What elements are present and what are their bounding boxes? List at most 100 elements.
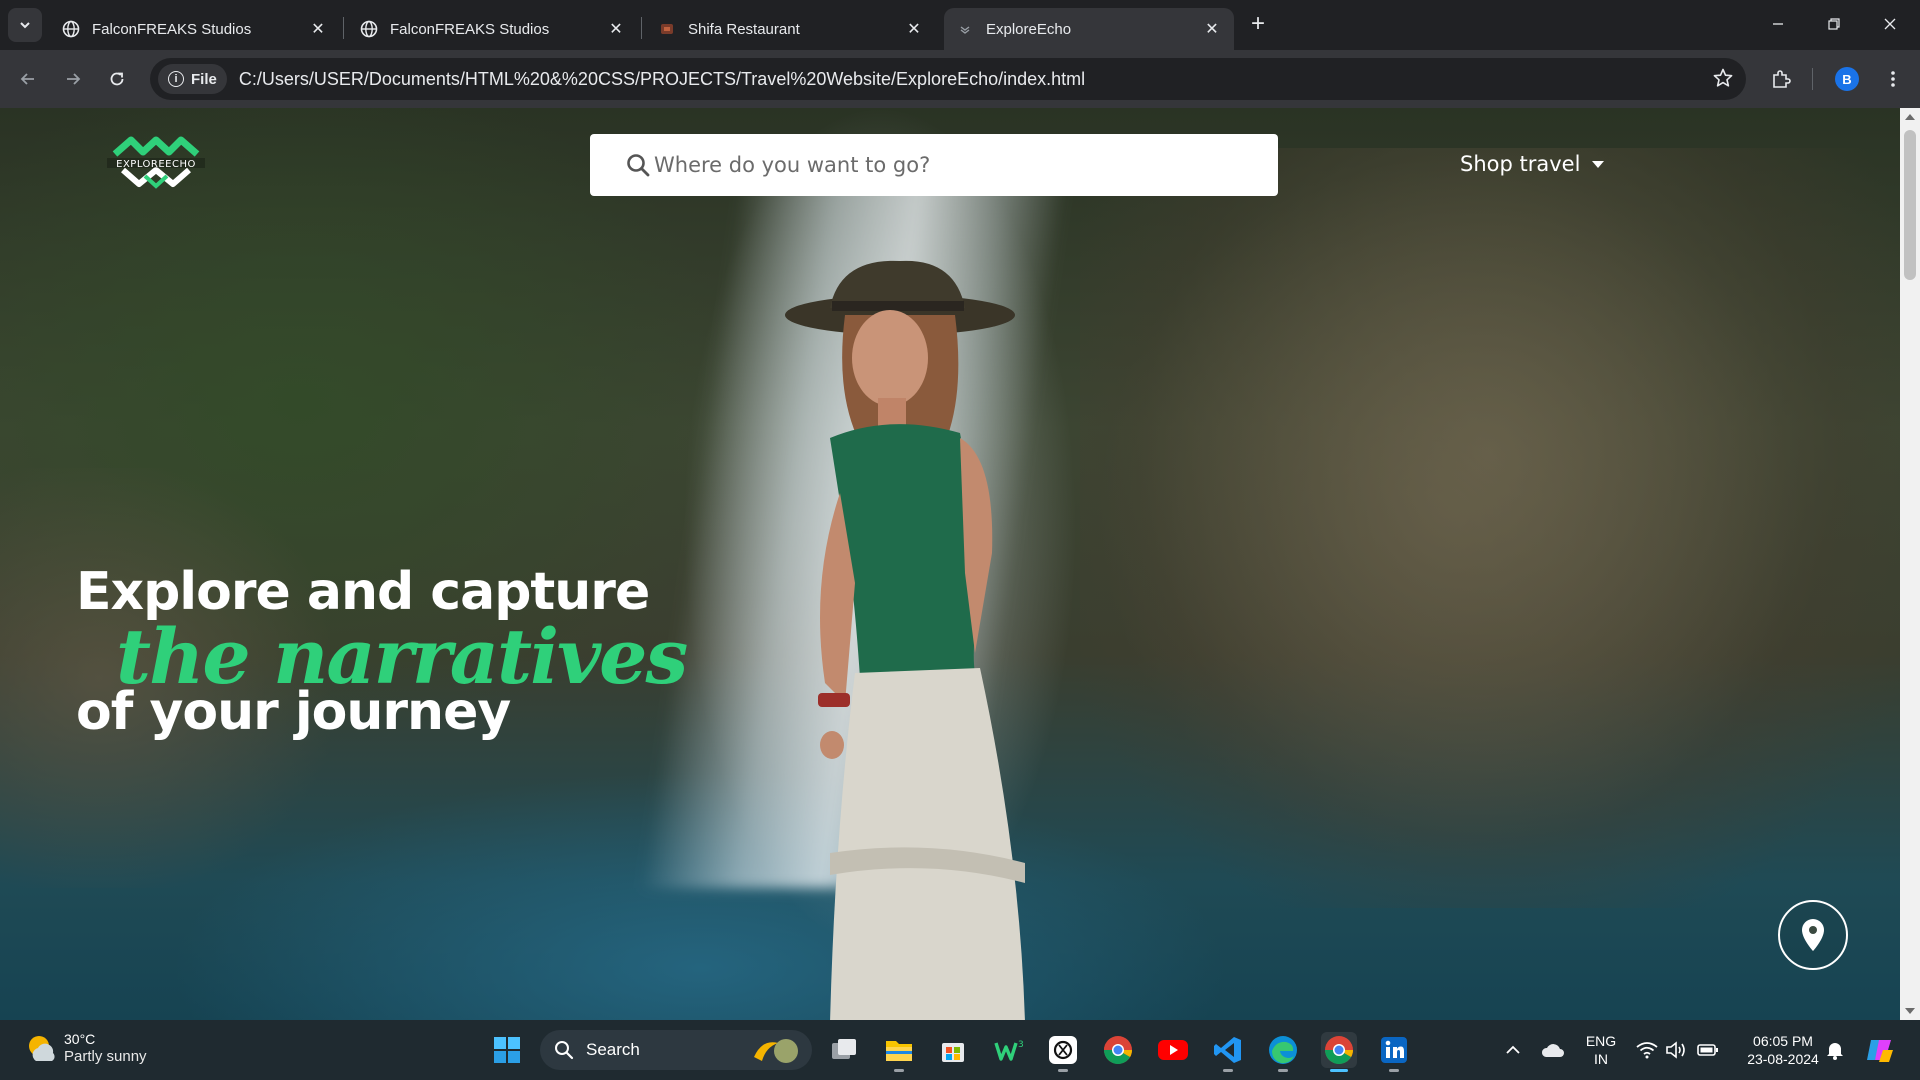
speaker-icon: [1666, 1041, 1685, 1059]
bookmark-star-icon[interactable]: [1712, 67, 1734, 94]
tab-strip: FalconFREAKS Studios ✕ FalconFREAKS Stud…: [0, 0, 1920, 50]
tab-shifa-restaurant[interactable]: Shifa Restaurant ✕: [646, 8, 936, 50]
volume-button[interactable]: [1658, 1032, 1694, 1068]
scrollbar-thumb[interactable]: [1904, 130, 1916, 280]
tab-separator: [343, 17, 344, 39]
running-indicator: [1330, 1069, 1348, 1072]
running-indicator: [1278, 1069, 1288, 1072]
microsoft-store-button[interactable]: [935, 1032, 971, 1068]
search-icon: [555, 1041, 574, 1060]
location-button[interactable]: [1778, 900, 1848, 970]
onedrive-button[interactable]: [1535, 1032, 1571, 1068]
windows-logo-icon: [494, 1037, 520, 1063]
close-icon[interactable]: ✕: [308, 19, 328, 39]
arrow-left-icon: [20, 73, 34, 85]
kebab-menu-icon: [1891, 71, 1895, 87]
close-window-button[interactable]: [1862, 0, 1918, 48]
hero-person-image: [785, 260, 1025, 1020]
youtube-icon: [1158, 1040, 1188, 1060]
extensions-button[interactable]: [1764, 62, 1798, 96]
scroll-up-icon[interactable]: [1905, 114, 1915, 120]
notifications-button[interactable]: [1817, 1032, 1853, 1068]
linkedin-button[interactable]: [1376, 1032, 1412, 1072]
globe-icon: [360, 20, 378, 38]
tab-falconfreaks-2[interactable]: FalconFREAKS Studios ✕: [348, 8, 638, 50]
close-icon[interactable]: ✕: [606, 19, 626, 39]
browser-toolbar: i File C:/Users/USER/Documents/HTML%20&%…: [0, 50, 1920, 108]
restore-button[interactable]: [1806, 0, 1862, 48]
battery-button[interactable]: [1690, 1032, 1726, 1068]
reload-button[interactable]: [100, 62, 134, 96]
partly-sunny-icon: [29, 1036, 55, 1061]
minimize-icon: [1773, 23, 1783, 25]
windows-taskbar: 30°C Partly sunny Search 3 ENG IN 06:05 …: [0, 1020, 1920, 1080]
globe-icon: [62, 20, 80, 38]
youtube-button[interactable]: [1155, 1032, 1191, 1068]
copilot-button[interactable]: [1862, 1032, 1898, 1068]
close-icon: [1884, 18, 1896, 30]
edge-button[interactable]: [1265, 1032, 1301, 1072]
running-indicator: [1389, 1069, 1399, 1072]
region-code: IN: [1594, 1051, 1608, 1067]
page-scrollbar[interactable]: [1900, 108, 1920, 1020]
task-view-button[interactable]: [826, 1032, 862, 1068]
tab-search-button[interactable]: [8, 8, 42, 42]
start-button[interactable]: [489, 1032, 525, 1068]
task-view-icon: [832, 1039, 856, 1059]
folder-icon: [886, 1041, 912, 1061]
linkedin-icon: [1381, 1037, 1407, 1063]
weather-condition: Partly sunny: [64, 1048, 147, 1065]
webtoon-app-button[interactable]: 3: [991, 1032, 1027, 1068]
wifi-icon: [1636, 1042, 1658, 1059]
new-tab-button[interactable]: +: [1245, 12, 1271, 38]
minimize-button[interactable]: [1750, 0, 1806, 48]
chrome-icon: [1104, 1036, 1132, 1064]
info-icon: i: [168, 71, 184, 87]
running-indicator: [1223, 1069, 1233, 1072]
back-button[interactable]: [11, 62, 45, 96]
reload-icon: [110, 72, 124, 86]
taskbar-search[interactable]: Search: [540, 1030, 812, 1070]
tab-falconfreaks-1[interactable]: FalconFREAKS Studios ✕: [50, 8, 340, 50]
bell-icon: [1827, 1043, 1843, 1060]
weather-widget[interactable]: 30°C Partly sunny: [24, 1030, 147, 1066]
vscode-button[interactable]: [1210, 1032, 1246, 1072]
browser-menu-button[interactable]: [1876, 62, 1910, 96]
chrome-icon: [1325, 1036, 1353, 1064]
exploreecho-logo[interactable]: EXPLOREECHO: [105, 130, 207, 194]
restaurant-icon: [658, 20, 676, 38]
chrome-active-button[interactable]: [1321, 1032, 1357, 1072]
file-explorer-button[interactable]: [881, 1032, 917, 1072]
cloud-icon: [1541, 1044, 1564, 1057]
edge-icon: [1269, 1036, 1297, 1064]
file-label: File: [191, 70, 217, 88]
battery-icon: [1697, 1044, 1718, 1056]
forward-button[interactable]: [56, 62, 90, 96]
chrome-button[interactable]: [1100, 1032, 1136, 1068]
url-text[interactable]: C:/Users/USER/Documents/HTML%20&%20CSS/P…: [239, 69, 1085, 90]
weather-temp: 30°C: [64, 1031, 96, 1047]
close-icon[interactable]: ✕: [1202, 19, 1222, 39]
close-icon[interactable]: ✕: [904, 19, 924, 39]
show-hidden-icons-button[interactable]: [1495, 1032, 1531, 1068]
search-highlight-icon: [754, 1039, 798, 1063]
store-icon: [942, 1043, 964, 1062]
search-icon: [627, 154, 650, 177]
rock-cliff-right: [1080, 148, 1900, 908]
profile-button[interactable]: B: [1830, 62, 1864, 96]
address-bar[interactable]: i File C:/Users/USER/Documents/HTML%20&%…: [150, 58, 1746, 100]
tab-title: Shifa Restaurant: [688, 20, 800, 38]
chatgpt-button[interactable]: [1045, 1032, 1081, 1072]
site-info-chip[interactable]: i File: [158, 64, 227, 94]
scroll-down-icon[interactable]: [1905, 1008, 1915, 1014]
search-input[interactable]: [654, 153, 1254, 177]
tab-exploreecho[interactable]: ExploreEcho ✕: [944, 8, 1234, 50]
hero-section: EXPLOREECHO Shop travel Explore and capt…: [0, 108, 1900, 1020]
language-indicator[interactable]: ENG IN: [1583, 1032, 1619, 1068]
avatar: B: [1835, 67, 1859, 91]
shop-travel-dropdown[interactable]: Shop travel: [1460, 152, 1605, 176]
running-indicator: [894, 1069, 904, 1072]
web-page: EXPLOREECHO Shop travel Explore and capt…: [0, 108, 1920, 1020]
w3-icon: 3: [994, 1040, 1024, 1061]
restore-icon: [1828, 18, 1840, 30]
